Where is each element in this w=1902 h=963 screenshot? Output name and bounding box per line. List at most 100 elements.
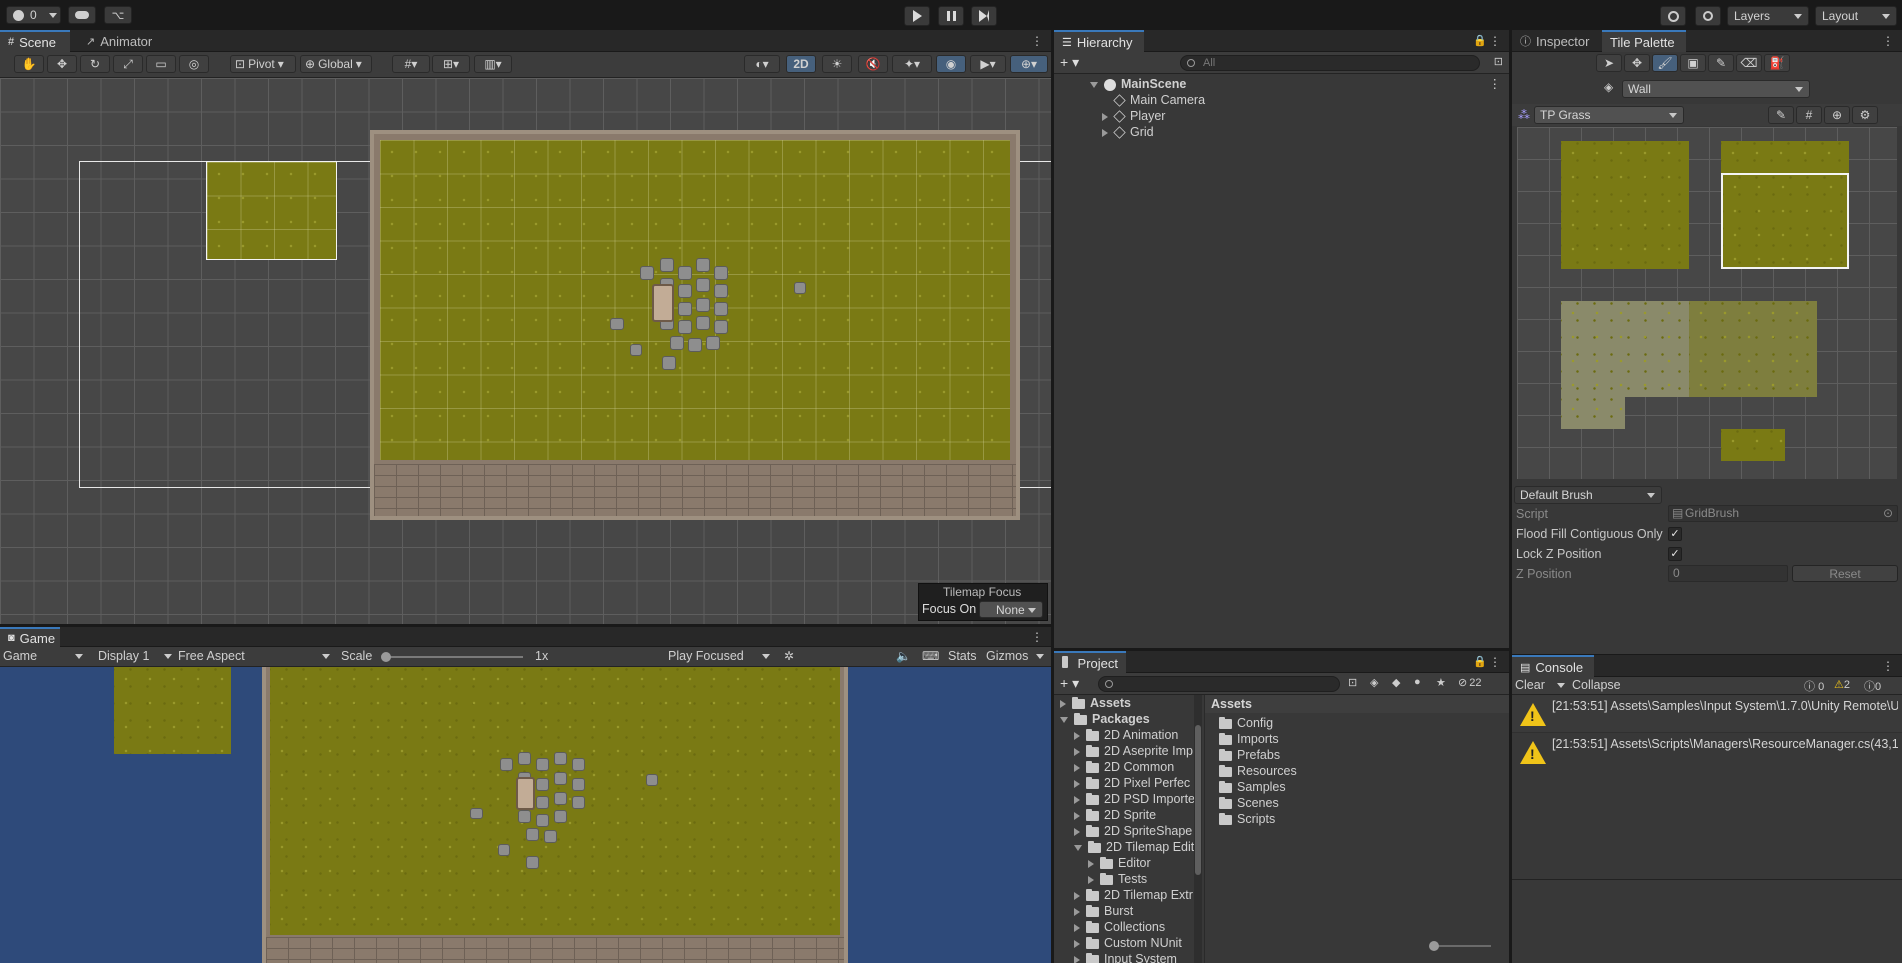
project-tree-item[interactable]: Assets [1060, 695, 1131, 711]
edit-palette-button[interactable]: ✎ [1768, 106, 1794, 124]
project-tree-item[interactable]: 2D Pixel Perfec [1074, 775, 1190, 791]
hierarchy-item-grid[interactable]: Grid [1102, 124, 1154, 140]
palette-options-button[interactable]: ⚙ [1852, 106, 1878, 124]
asset-folder-item[interactable]: Prefabs [1219, 747, 1280, 763]
search-button[interactable] [1695, 6, 1721, 26]
add-button[interactable]: + ▾ [1060, 54, 1079, 71]
chevron-right-icon[interactable] [1074, 907, 1080, 916]
version-control-button[interactable]: ⌥ [104, 6, 132, 24]
favorite-icon[interactable]: ★ [1436, 676, 1446, 689]
eraser-tool-button[interactable]: ⌫ [1736, 54, 1762, 72]
rect-tool-button[interactable]: ▭ [146, 55, 176, 73]
align-button[interactable]: ▥▾ [474, 55, 512, 73]
chevron-right-icon[interactable] [1074, 795, 1080, 804]
mode-2d-toggle[interactable]: 2D [786, 55, 816, 73]
move-tool-button[interactable]: ✥ [1624, 54, 1650, 72]
project-tree-item[interactable]: Packages [1060, 711, 1150, 727]
focus-on-dropdown[interactable]: None [979, 601, 1043, 618]
filter-label-icon[interactable]: ◆ [1392, 676, 1400, 689]
reset-button[interactable]: Reset [1792, 565, 1898, 582]
asset-folder-item[interactable]: Scripts [1219, 811, 1275, 827]
display-dropdown[interactable]: Display 1 [98, 649, 172, 663]
palette-tile-grass-small[interactable] [1721, 429, 1785, 461]
brush-dropdown[interactable]: Default Brush [1514, 486, 1662, 504]
more-menu-icon[interactable]: ⋮ [1031, 34, 1043, 48]
info-filter-button[interactable]: ⓘ 0 [1804, 678, 1824, 694]
chevron-down-icon[interactable] [1074, 844, 1082, 851]
game-viewport[interactable] [0, 667, 1051, 963]
aspect-dropdown[interactable]: Free Aspect [178, 649, 332, 663]
audio-toggle[interactable]: 🔇 [858, 55, 888, 73]
bug-icon[interactable]: ✲ [784, 649, 794, 663]
hierarchy-item-player[interactable]: Player [1102, 108, 1165, 124]
tab-animator[interactable]: ↗ Animator [78, 30, 168, 52]
filter-type-icon[interactable]: ◈ [1370, 676, 1378, 689]
grid-snap-button[interactable]: #▾ [392, 55, 430, 73]
lock-icon[interactable]: 🔒 [1473, 655, 1487, 668]
asset-folder-item[interactable]: Imports [1219, 731, 1279, 747]
play-button[interactable] [904, 6, 930, 26]
slider-handle[interactable] [1429, 941, 1439, 951]
project-search[interactable] [1098, 676, 1340, 692]
scene-viewport[interactable]: Tilemap Focus Focus On None [0, 78, 1051, 624]
tab-game[interactable]: ◙ Game [0, 627, 60, 647]
tab-scene[interactable]: # Scene [0, 30, 70, 52]
hierarchy-search[interactable]: All [1180, 55, 1480, 71]
palette-dropdown[interactable]: TP Grass [1534, 106, 1684, 124]
tab-project[interactable]: Project [1054, 651, 1126, 673]
pause-button[interactable] [938, 6, 964, 26]
keyboard-icon[interactable]: ⌨ [922, 649, 939, 663]
project-tree-item[interactable]: Tests [1088, 871, 1147, 887]
filter-log-icon[interactable]: ● [1414, 676, 1421, 688]
project-tree-item[interactable]: 2D SpriteShape [1074, 823, 1192, 839]
pivot-dropdown[interactable]: ⊡ Pivot ▾ [230, 55, 296, 73]
hidden-packages-button[interactable]: ⊘ 22 [1458, 676, 1481, 689]
more-menu-icon[interactable]: ⋮ [1489, 655, 1501, 669]
scene-row[interactable]: MainScene ⋮ [1090, 76, 1505, 92]
palette-tile-stones-3[interactable] [1561, 397, 1625, 429]
play-mode-dropdown[interactable]: Play Focused [668, 649, 772, 663]
chevron-right-icon[interactable] [1074, 747, 1080, 756]
tab-console[interactable]: ▤ Console [1512, 655, 1594, 677]
stats-button[interactable]: Stats [948, 649, 977, 663]
more-menu-icon[interactable]: ⋮ [1489, 76, 1502, 92]
layers-dropdown[interactable]: Layers [1727, 6, 1809, 26]
chevron-right-icon[interactable] [1074, 763, 1080, 772]
chevron-down-icon[interactable] [1060, 716, 1068, 723]
cloud-button[interactable] [68, 6, 96, 24]
project-tree-item[interactable]: 2D Animation [1074, 727, 1178, 743]
scale-tool-button[interactable]: ⤢ [113, 55, 143, 73]
asset-folder-item[interactable]: Scenes [1219, 795, 1279, 811]
layout-dropdown[interactable]: Layout [1815, 6, 1897, 26]
hierarchy-item-main-camera[interactable]: Main Camera [1113, 92, 1205, 108]
lighting-toggle[interactable]: ☀ [822, 55, 852, 73]
chevron-right-icon[interactable] [1074, 779, 1080, 788]
console-row[interactable]: [21:53:51] Assets\Samples\Input System\1… [1512, 695, 1902, 733]
console-detail-divider[interactable] [1512, 879, 1902, 880]
paint-tool-button[interactable]: 🖌 [1652, 54, 1678, 72]
rotate-tool-button[interactable]: ↻ [80, 55, 110, 73]
tab-tile-palette[interactable]: Tile Palette [1602, 30, 1686, 52]
increment-snap-button[interactable]: ⊞▾ [432, 55, 470, 73]
tab-inspector[interactable]: ⓘ Inspector [1512, 30, 1600, 52]
project-tree-item[interactable]: 2D Sprite [1074, 807, 1156, 823]
z-position-field[interactable]: 0 [1668, 565, 1788, 582]
search-by-type-icon[interactable]: ⊡ [1348, 676, 1357, 689]
scale-slider[interactable] [381, 652, 523, 662]
box-fill-tool-button[interactable]: ▣ [1680, 54, 1706, 72]
chevron-right-icon[interactable] [1074, 731, 1080, 740]
project-tree-item[interactable]: Custom NUnit [1074, 935, 1182, 951]
more-menu-icon[interactable]: ⋮ [1489, 34, 1501, 48]
warning-filter-button[interactable]: ⚠2 [1834, 678, 1850, 691]
project-tree-item[interactable]: 2D Tilemap Edit [1074, 839, 1194, 855]
picker-tool-button[interactable]: ✎ [1708, 54, 1734, 72]
more-menu-icon[interactable]: ⋮ [1882, 659, 1894, 673]
camera-dropdown[interactable]: ▶▾ [970, 55, 1006, 73]
gizmo-toggle-button[interactable]: ⊕ [1824, 106, 1850, 124]
grid-toggle-button[interactable]: # [1796, 106, 1822, 124]
chevron-right-icon[interactable] [1060, 699, 1066, 708]
chevron-right-icon[interactable] [1074, 891, 1080, 900]
palette-tile-grass-top[interactable] [1721, 141, 1849, 173]
lock-icon[interactable]: 🔒 [1473, 34, 1487, 47]
hand-tool-button[interactable]: ✋ [14, 55, 44, 73]
